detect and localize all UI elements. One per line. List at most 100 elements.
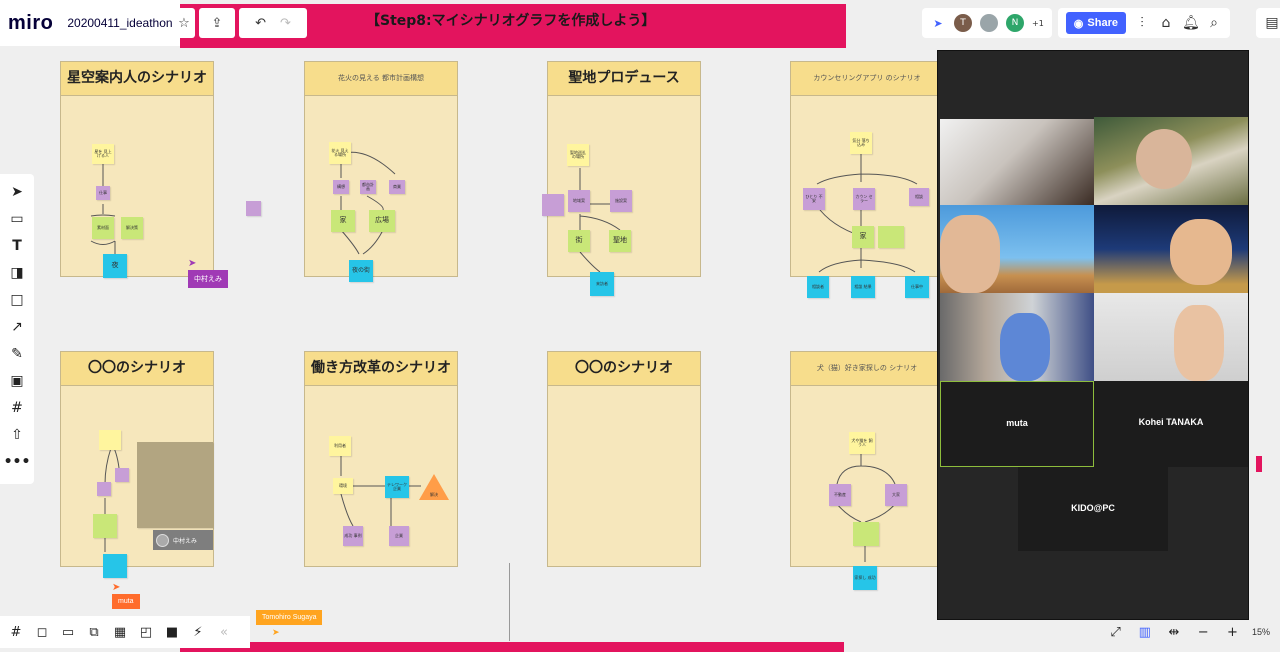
frame-scenario-8[interactable]: 犬（猫）好き家探しの シナリオ 犬や猫を 飼う人 不動産 大家 家探し 成功 [790, 351, 944, 590]
settings-sliders-icon[interactable]: ⫶ [1134, 15, 1150, 31]
comment-note[interactable] [137, 442, 213, 528]
collapse-icon[interactable]: « [214, 622, 234, 642]
sticky-note[interactable] [99, 430, 121, 450]
sticky-note[interactable]: 家探し 成功 [853, 566, 877, 590]
avatar[interactable]: N [1006, 14, 1024, 32]
sticky-note[interactable]: 花火 見える場所 [329, 142, 351, 164]
frame-scenario-1[interactable]: 星空案内人のシナリオ 星を 見上げる人 仕事 素材面 解決策 夜 [60, 61, 214, 278]
frame-scenario-4[interactable]: カウンセリングアプリ のシナリオ 気分 落ち込み ひとり 不安 カウン セラー … [790, 61, 944, 298]
sticky-note[interactable]: 犬や猫を 飼う人 [849, 432, 875, 454]
sticky-note[interactable]: 環境 [333, 478, 353, 494]
avatar[interactable]: T [954, 14, 972, 32]
sticky-note[interactable]: 家 [852, 226, 874, 248]
sticky-note[interactable]: 相談 結果 [851, 276, 875, 298]
sticky-note[interactable]: 街 [568, 230, 590, 252]
comment-icon[interactable]: ▣ [7, 371, 27, 391]
frame-scenario-5[interactable]: 〇〇のシナリオ 中村えみ [60, 351, 214, 578]
education-icon[interactable]: ⌂ [1158, 15, 1174, 31]
sticky-note[interactable] [103, 554, 127, 578]
users-pill[interactable]: ➤ T N +1 [922, 8, 1052, 38]
sticky-note[interactable]: 施設案 [610, 190, 632, 212]
miro-logo[interactable]: miro [8, 12, 53, 35]
star-icon[interactable]: ☆ [173, 8, 195, 38]
video-tile-light[interactable] [1094, 293, 1248, 381]
sticky-note[interactable]: 相談者 [807, 276, 829, 298]
video-tile-cat[interactable] [940, 119, 1094, 205]
sticky-note[interactable] [246, 201, 261, 216]
video-tile-outdoor[interactable] [1094, 117, 1248, 205]
text-tool-icon[interactable]: T [7, 236, 27, 256]
sticky-note-icon[interactable]: ◨ [7, 263, 27, 283]
bell-icon[interactable]: 🔔︎ [1182, 15, 1200, 31]
sticky-note[interactable]: 成功 事例 [343, 526, 363, 546]
templates-icon[interactable]: ▭ [7, 209, 27, 229]
sticky-note[interactable]: 星を 見上げる人 [92, 144, 114, 164]
sticky-note[interactable]: 聖地 [609, 230, 631, 252]
sticky-note[interactable]: 都市計画 [360, 180, 376, 194]
sticky-note[interactable]: 仕事 [96, 186, 110, 200]
sticky-note[interactable]: 大家 [885, 484, 907, 506]
connection-line-icon[interactable]: ↗ [7, 317, 27, 337]
board-name[interactable]: 20200411_ideathon [67, 16, 172, 30]
pen-icon[interactable]: ✎ [7, 344, 27, 364]
sticky-note[interactable] [115, 468, 129, 482]
qr-icon[interactable]: ▦ [110, 622, 130, 642]
sticky-note[interactable]: 素材面 [92, 217, 114, 239]
video-tile-room[interactable] [940, 293, 1094, 381]
redo-icon[interactable]: ↷ [280, 16, 291, 31]
video-tile-night[interactable] [1094, 205, 1248, 293]
frame-scenario-3[interactable]: 聖地プロデュース 聖地巡礼 の場所 地域案 施設案 街 聖地 来訪者 [542, 61, 701, 296]
frame-scenario-2[interactable]: 花火の見える 都市計画構想 花火 見える場所 構想 都市計画 商業 家 広場 夜… [304, 61, 458, 282]
avatar[interactable] [980, 14, 998, 32]
sticky-note[interactable]: 不動産 [829, 484, 851, 506]
sticky-note[interactable]: 聖地巡礼 の場所 [567, 144, 589, 166]
sticky-note[interactable]: 仕事中 [905, 276, 929, 298]
sticky-note[interactable]: 地域案 [568, 190, 590, 212]
sticky-note[interactable] [542, 194, 564, 216]
sticky-note[interactable] [878, 226, 904, 248]
zoom-out-icon[interactable]: − [1194, 622, 1213, 642]
sticky-note[interactable]: ひとり 不安 [803, 188, 825, 210]
upload-icon[interactable]: ⇧ [7, 425, 27, 445]
sticky-note[interactable]: 広場 [369, 210, 395, 232]
video-tile-kohei[interactable]: Kohei TANAKA [1094, 381, 1248, 467]
sticky-note[interactable] [853, 522, 879, 546]
select-cursor-icon[interactable]: ➤ [7, 182, 27, 202]
sticky-note[interactable]: 相談 [909, 188, 929, 206]
export-icon[interactable]: ⇪ [199, 8, 235, 38]
fullscreen-icon[interactable]: ⤢ [1106, 622, 1125, 642]
sticky-note[interactable]: 家 [331, 210, 355, 232]
fit-width-icon[interactable]: ⇹ [1164, 622, 1183, 642]
video-tile-kido[interactable]: KIDO@PC [1018, 467, 1168, 551]
share-button[interactable]: ◉ Share [1065, 12, 1126, 34]
sticky-note[interactable]: 企業 [389, 526, 409, 546]
cursor-follow-icon[interactable]: ➤ [930, 17, 946, 30]
sticky-note[interactable]: 来訪者 [590, 272, 614, 296]
map-icon[interactable]: ▥ [1135, 622, 1154, 642]
comments-icon[interactable]: ◻ [32, 622, 52, 642]
zoom-in-icon[interactable]: + [1223, 622, 1242, 642]
more-tools-icon[interactable]: ••• [4, 452, 31, 472]
frame-scenario-6[interactable]: 働き方改革のシナリオ 利用者 環境 テレワーク 企業 成功 事例 企業 解決 [304, 351, 458, 567]
side-tab[interactable] [1256, 456, 1262, 472]
video-icon[interactable]: ■ [162, 622, 182, 642]
search-icon[interactable]: ⌕ [1206, 15, 1222, 31]
sticky-note[interactable]: 構想 [333, 180, 349, 194]
chat-icon[interactable]: ▭ [58, 622, 78, 642]
sticky-note[interactable]: 気分 落ち込み [850, 132, 872, 154]
sticky-note[interactable]: 解決策 [121, 217, 143, 239]
sticky-note[interactable] [97, 482, 111, 496]
sticky-note[interactable]: カウン セラー [853, 188, 875, 210]
more-users-count[interactable]: +1 [1032, 19, 1044, 28]
video-tile-muta[interactable]: muta [940, 381, 1094, 467]
sticky-note[interactable]: 夜 [103, 254, 127, 278]
board-notes-icon[interactable]: ▤ [1264, 15, 1280, 31]
video-tile-sky[interactable] [940, 205, 1094, 293]
sticky-note[interactable]: 夜の街 [349, 260, 373, 282]
shape-icon[interactable]: □ [7, 290, 27, 310]
frames-icon[interactable]: # [6, 622, 26, 642]
sticky-note[interactable]: テレワーク 企業 [385, 476, 409, 498]
sticky-note[interactable]: 利用者 [329, 436, 351, 456]
lightning-icon[interactable]: ⚡︎ [188, 622, 208, 642]
undo-icon[interactable]: ↶ [255, 16, 266, 31]
